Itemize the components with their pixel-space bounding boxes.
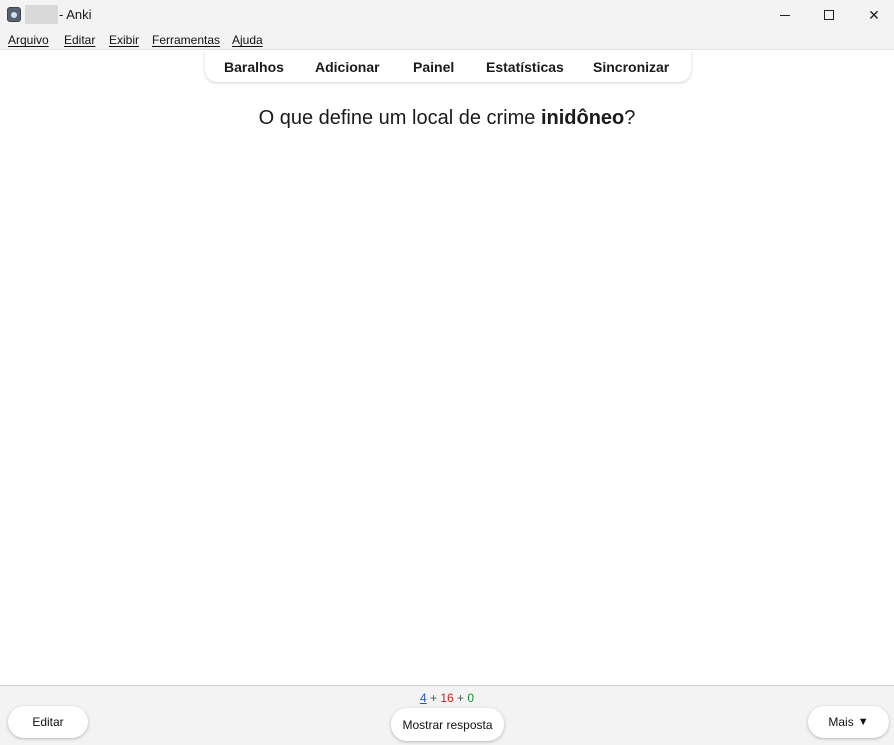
main-toolbar: Baralhos Adicionar Painel Estatísticas S… [205, 50, 691, 82]
profile-name-redacted [25, 5, 58, 24]
minimize-icon [780, 14, 790, 16]
edit-button[interactable]: Editar [8, 706, 88, 738]
menu-arquivo[interactable]: Arquivo [8, 33, 49, 47]
maximize-icon [824, 10, 834, 20]
more-button[interactable]: Mais ▼ [808, 706, 889, 738]
show-answer-button[interactable]: Mostrar resposta [391, 708, 504, 741]
close-button[interactable]: ✕ [851, 0, 894, 30]
anki-app-icon [7, 7, 21, 22]
count-separator: + [453, 691, 468, 705]
menu-bar: Arquivo Editar Exibir Ferramentas Ajuda [0, 30, 894, 50]
new-count: 4 [419, 691, 427, 705]
card-question: O que define um local de crime inidôneo? [0, 107, 894, 130]
review-count: 0 [467, 691, 475, 705]
menu-ferramentas[interactable]: Ferramentas [152, 33, 220, 47]
count-separator: + [426, 691, 441, 705]
more-button-label: Mais [828, 715, 854, 729]
window-title: - Anki [59, 7, 92, 22]
title-bar: - Anki ✕ [0, 0, 894, 30]
menu-ajuda[interactable]: Ajuda [232, 33, 263, 47]
learn-count: 16 [440, 691, 454, 705]
question-text-bold: inidôneo [540, 107, 625, 129]
close-icon: ✕ [868, 6, 880, 23]
toolbar-adicionar-link[interactable]: Adicionar [315, 59, 380, 75]
minimize-button[interactable] [762, 0, 808, 30]
toolbar-sincronizar-link[interactable]: Sincronizar [593, 59, 669, 75]
toolbar-estatisticas-link[interactable]: Estatísticas [486, 59, 564, 75]
question-text-start: O que define um local de crime [258, 107, 541, 129]
due-counts: 4 + 16 + 0 [0, 691, 894, 705]
caret-down-icon: ▼ [857, 716, 869, 728]
reviewer-bottom-bar: 4 + 16 + 0 Editar Mostrar resposta Mais ▼ [0, 685, 894, 745]
menu-editar[interactable]: Editar [64, 33, 95, 47]
toolbar-baralhos-link[interactable]: Baralhos [224, 59, 284, 75]
question-text-end: ? [624, 107, 636, 129]
menu-exibir[interactable]: Exibir [109, 33, 139, 47]
maximize-button[interactable] [806, 0, 852, 30]
toolbar-painel-link[interactable]: Painel [413, 59, 454, 75]
